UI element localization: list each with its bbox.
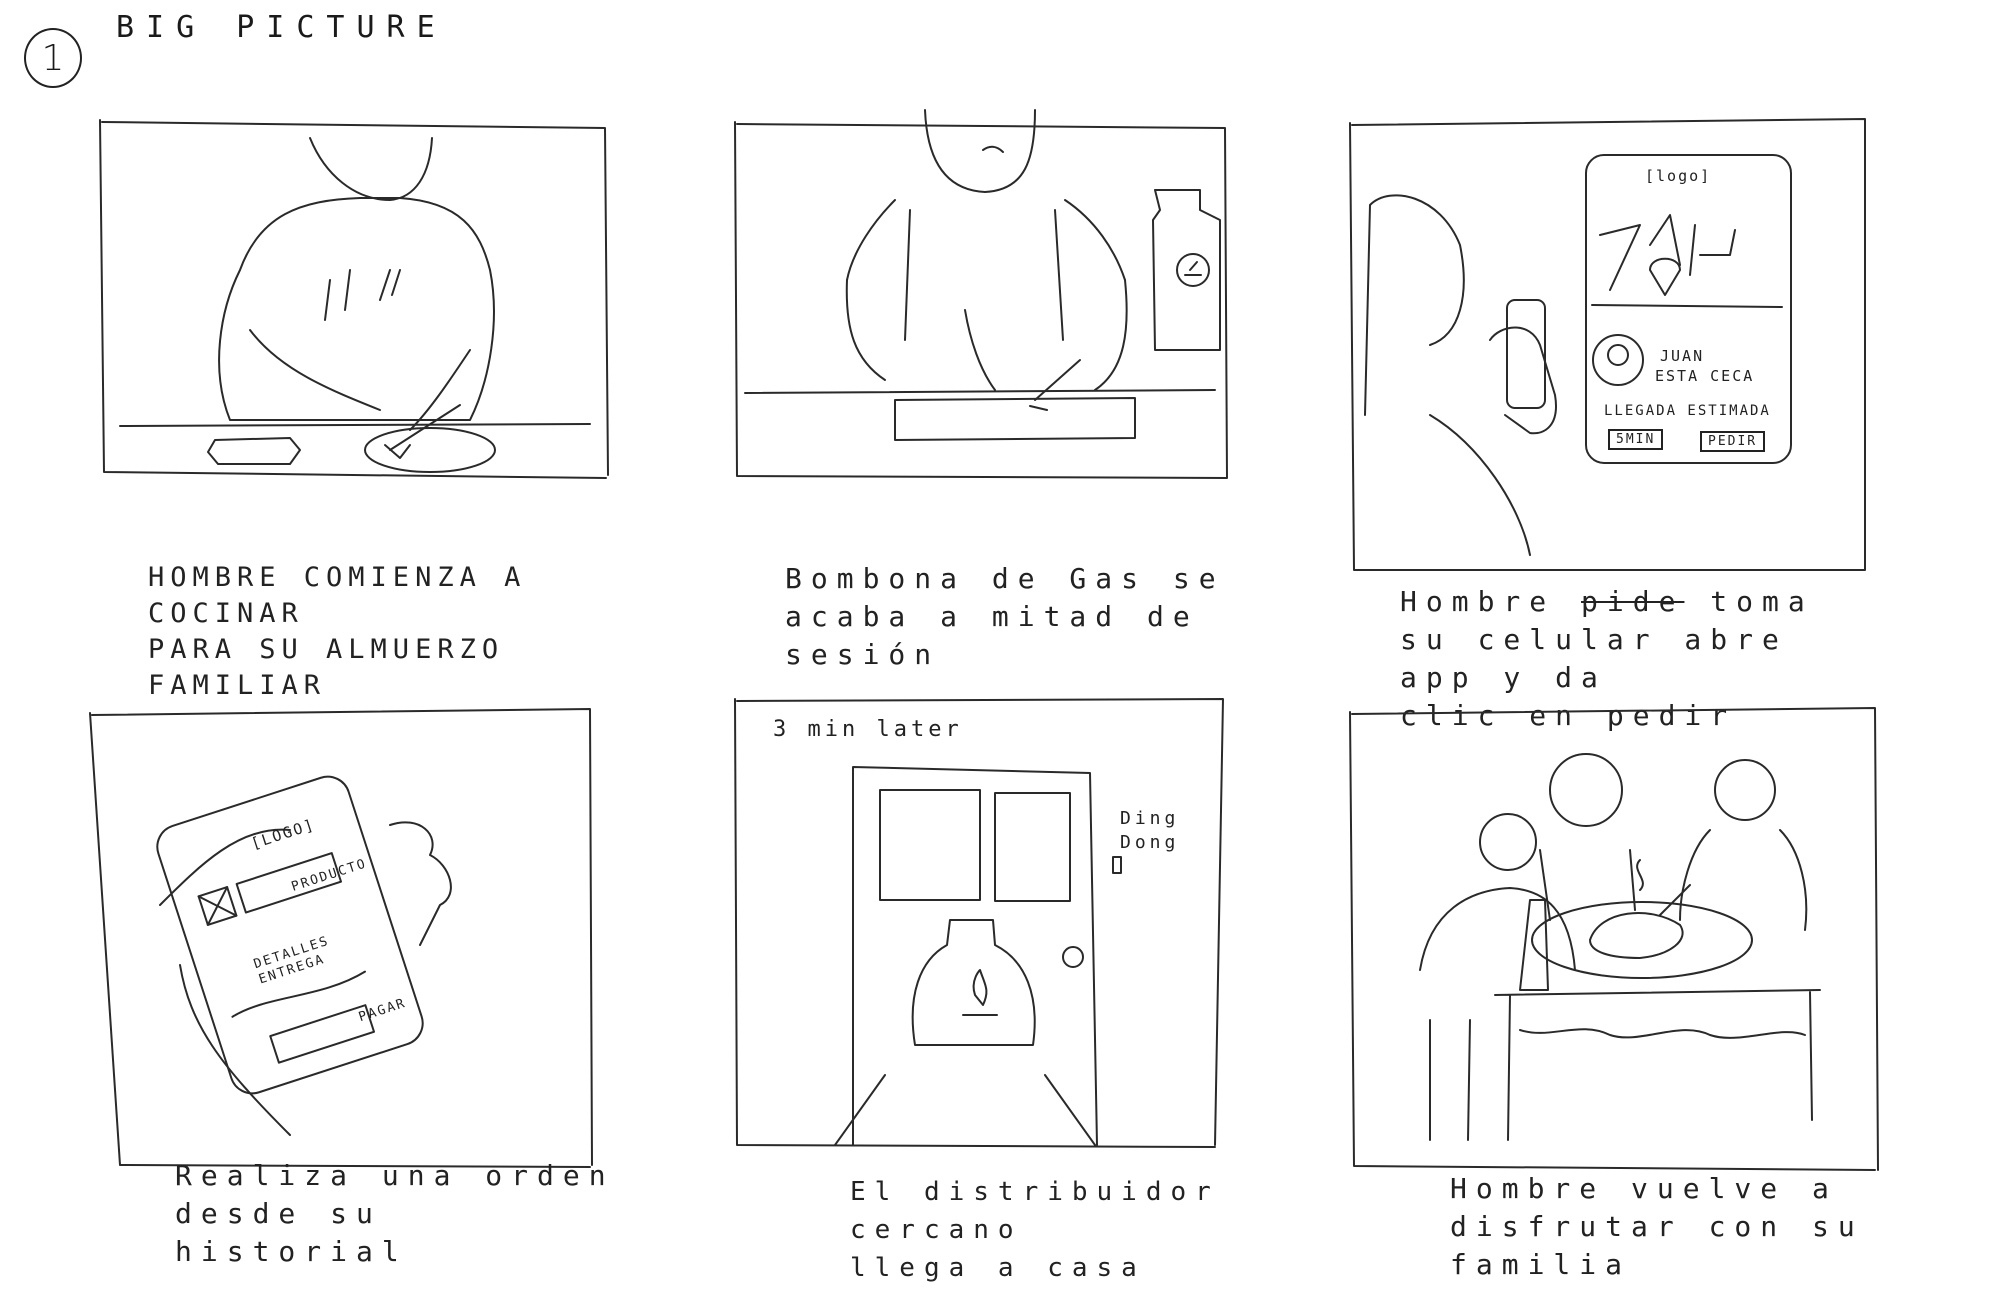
- panel-5-caption: El distribuidor cercano llega a casa: [850, 1177, 1220, 1283]
- panel-1-caption: HOMBRE COMIENZA A COCINAR PARA SU ALMUER…: [148, 562, 527, 701]
- panel-2-board: [894, 397, 1136, 441]
- panel-5-doorbell-sound: Ding Dong: [1120, 808, 1180, 853]
- panel-3-caption-start: Hombre: [1400, 585, 1582, 618]
- panel-2-drawing: [734, 109, 1228, 479]
- panel-5-frame: [734, 698, 1224, 1148]
- panel-3-drawing: [1349, 118, 1866, 571]
- panel-3-shoulder: [1429, 414, 1531, 556]
- panel-2-caption: Bombona de Gas se acaba a mitad de sesió…: [785, 562, 1225, 671]
- page-number: 1: [41, 37, 65, 79]
- panel-1-cutting-board: [207, 437, 301, 465]
- panel-6-person-left-body: [1419, 887, 1576, 971]
- panel-5-floor-lines: [834, 1074, 1096, 1146]
- panel-5-flame: [962, 969, 998, 1016]
- panel-2-frown: [982, 145, 1004, 153]
- panel-6-table: [1494, 989, 1821, 1141]
- panel-6-person-right-head: [1714, 759, 1776, 821]
- panel-3-map-lines: [1599, 214, 1736, 291]
- panel-4-places-order: [LOGO] PRODUCTO DETALLES ENTREGA PAGAR R…: [89, 705, 606, 1268]
- panel-4-frame: [89, 708, 593, 1168]
- panel-3-hand: [1489, 326, 1557, 435]
- panel-4-phone-group: [156, 775, 424, 1095]
- panel-1-head: [309, 137, 433, 201]
- panel-5-window-right: [994, 792, 1071, 902]
- panel-1-cooking: HOMBRE COMIENZA A COCINAR PARA SU ALMUER…: [99, 119, 610, 701]
- panel-3-order-button[interactable]: PEDIR: [1700, 431, 1766, 452]
- panel-2-gas-gauge: [1176, 253, 1210, 287]
- panel-3-user-status: ESTA CECA: [1655, 367, 1755, 385]
- panel-4-phone: [156, 775, 424, 1095]
- panel-1-plate: [364, 427, 496, 473]
- panel-3-divider: [1591, 304, 1783, 308]
- panel-1-apron-lines: [324, 269, 401, 321]
- panel-6-caption: Hombre vuelve a disfrutar con su familia: [1450, 1172, 1864, 1281]
- panel-3-map-pin: [1649, 257, 1681, 296]
- panel-4-drawing: [89, 708, 593, 1168]
- panel-2-knife: [1029, 359, 1081, 411]
- panel-1-counter: [119, 423, 591, 427]
- panel-3-opens-app: [logo] JUAN ESTA CECA LLEGADA ESTIMADA 5…: [1349, 115, 1870, 732]
- panel-3-head: [1364, 194, 1465, 416]
- panel-3-small-phone: [1506, 299, 1546, 409]
- panel-4-caption: Realiza una orden desde su historial: [175, 1159, 615, 1268]
- panel-2-counter: [744, 389, 1216, 394]
- panel-3-eta-label: LLEGADA ESTIMADA: [1604, 403, 1771, 419]
- panel-3-avatar-head: [1607, 344, 1629, 366]
- storyboard-sheet: 1 BIG PICTURE HOMBRE COMIENZA A COCINAR …: [0, 0, 2006, 1308]
- panel-3-phone-logo: [logo]: [1645, 167, 1712, 185]
- panel-1-shoulders: [218, 197, 495, 421]
- panel-5-distributor-arrives: 3 min later Ding Dong El distribuidor ce…: [734, 695, 1225, 1283]
- panel-5-window-left: [879, 789, 981, 901]
- panel-2-body: [846, 199, 1126, 341]
- panel-6-chair-left: [1429, 1019, 1471, 1141]
- panel-6-drawing: [1349, 707, 1879, 1171]
- panel-6-steam: [1636, 859, 1644, 891]
- panel-6-person-center-head: [1549, 753, 1623, 827]
- panel-6-person-left-head: [1479, 813, 1537, 871]
- panel-3-frame: [1349, 118, 1866, 571]
- page-number-circle: 1: [24, 28, 82, 88]
- panel-5-time-note: 3 min later: [773, 717, 963, 742]
- panel-2-gas-runs-out: Bombona de Gas se acaba a mitad de sesió…: [734, 109, 1230, 671]
- panel-2-head: [924, 109, 1036, 193]
- panel-2-arms: [845, 279, 1128, 391]
- panel-2-gauge-needle: [1184, 261, 1202, 276]
- panel-3-avatar: [1592, 334, 1644, 386]
- panel-3-caption-struck: pide: [1581, 585, 1685, 618]
- panel-6-person-right-body: [1679, 829, 1808, 931]
- panel-4-hand: [159, 821, 452, 1136]
- panel-1-arms: [249, 329, 471, 431]
- panel-5-drawing: [734, 698, 1224, 1148]
- panel-5-doorknob: [1062, 946, 1084, 968]
- panel-6-family-dinner: Hombre vuelve a disfrutar con su familia: [1349, 700, 1880, 1281]
- panel-4-product-x: [197, 886, 238, 926]
- panel-6-chicken: [1589, 884, 1691, 959]
- panel-5-door: [852, 766, 1098, 1146]
- panel-6-person-center-body: [1539, 849, 1636, 921]
- panel-2-frame: [734, 121, 1228, 479]
- storyboard-title: BIG PICTURE: [116, 10, 447, 45]
- panel-3-user-name: JUAN: [1660, 347, 1705, 365]
- panel-1-drawing: [99, 119, 609, 479]
- panel-5-doorbell: [1112, 856, 1122, 874]
- panel-3-eta-value: 5MIN: [1608, 429, 1664, 450]
